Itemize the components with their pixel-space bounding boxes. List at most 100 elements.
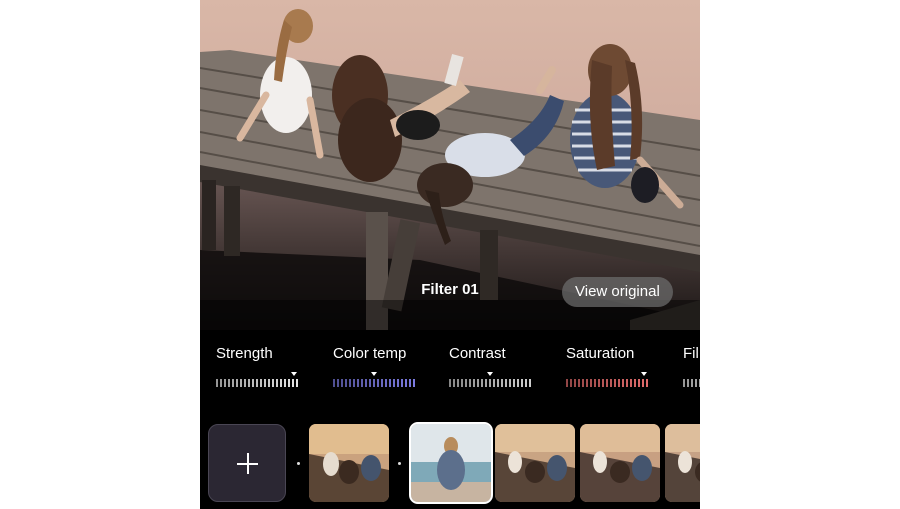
slider-tick [224, 379, 226, 387]
slider-tick [256, 379, 258, 387]
slider-ticks [683, 379, 700, 387]
add-filter-button[interactable] [208, 424, 286, 502]
adjustment-color-temp[interactable]: Color temp [333, 345, 419, 388]
view-original-button[interactable]: View original [562, 277, 673, 307]
slider-tick [638, 379, 640, 387]
slider-tick [489, 379, 491, 387]
color-temp-slider[interactable] [333, 372, 419, 388]
slider-marker-icon[interactable] [371, 372, 377, 376]
photo-editor-screen: Filter 01 View original Strength Color t… [200, 0, 700, 509]
slider-tick [457, 379, 459, 387]
contrast-slider[interactable] [449, 372, 535, 388]
filter-slider[interactable] [683, 372, 700, 388]
slider-tick [610, 379, 612, 387]
filter-thumbnail[interactable] [309, 424, 389, 502]
slider-tick [296, 379, 298, 387]
slider-tick [521, 379, 523, 387]
slider-tick [228, 379, 230, 387]
slider-tick [473, 379, 475, 387]
slider-tick [598, 379, 600, 387]
slider-tick [618, 379, 620, 387]
slider-tick [236, 379, 238, 387]
adjustment-label: Saturation [566, 345, 635, 362]
slider-tick [469, 379, 471, 387]
slider-tick [409, 379, 411, 387]
slider-tick [606, 379, 608, 387]
slider-tick [586, 379, 588, 387]
slider-tick [268, 379, 270, 387]
slider-ticks [216, 379, 298, 387]
slider-ticks [333, 379, 415, 387]
slider-tick [687, 379, 689, 387]
slider-tick [248, 379, 250, 387]
slider-tick [485, 379, 487, 387]
slider-tick [574, 379, 576, 387]
slider-tick [377, 379, 379, 387]
adjustment-sliders: Strength Color temp Contrast Saturation … [200, 345, 700, 405]
slider-marker-icon[interactable] [487, 372, 493, 376]
slider-tick [345, 379, 347, 387]
slider-tick [357, 379, 359, 387]
saturation-slider[interactable] [566, 372, 652, 388]
slider-tick [244, 379, 246, 387]
slider-tick [622, 379, 624, 387]
slider-tick [594, 379, 596, 387]
strength-slider[interactable] [216, 372, 302, 388]
filter-thumbnail[interactable] [495, 424, 575, 502]
slider-tick [353, 379, 355, 387]
slider-tick [477, 379, 479, 387]
slider-tick [385, 379, 387, 387]
slider-tick [264, 379, 266, 387]
slider-ticks [449, 379, 531, 387]
slider-ticks [566, 379, 648, 387]
adjustment-contrast[interactable]: Contrast [449, 345, 535, 388]
slider-tick [401, 379, 403, 387]
slider-tick [525, 379, 527, 387]
slider-tick [240, 379, 242, 387]
slider-tick [614, 379, 616, 387]
slider-tick [361, 379, 363, 387]
filter-thumbnail-selected[interactable] [409, 422, 493, 504]
slider-tick [493, 379, 495, 387]
slider-tick [413, 379, 415, 387]
adjustment-label: Fil [683, 345, 699, 362]
slider-tick [381, 379, 383, 387]
slider-tick [349, 379, 351, 387]
slider-tick [405, 379, 407, 387]
slider-tick [634, 379, 636, 387]
filter-thumbnail-strip [200, 422, 700, 509]
slider-tick [582, 379, 584, 387]
slider-tick [397, 379, 399, 387]
slider-tick [369, 379, 371, 387]
separator-dot [398, 462, 401, 465]
adjustment-label: Contrast [449, 345, 506, 362]
filter-thumbnail[interactable] [665, 424, 700, 502]
slider-tick [220, 379, 222, 387]
slider-tick [333, 379, 335, 387]
slider-tick [272, 379, 274, 387]
slider-tick [232, 379, 234, 387]
slider-tick [566, 379, 568, 387]
slider-tick [642, 379, 644, 387]
slider-marker-icon[interactable] [290, 372, 297, 376]
slider-tick [216, 379, 218, 387]
slider-tick [453, 379, 455, 387]
slider-marker-icon[interactable] [640, 372, 647, 376]
slider-tick [683, 379, 685, 387]
adjustment-label: Color temp [333, 345, 407, 362]
slider-tick [280, 379, 282, 387]
filter-thumbnail[interactable] [580, 424, 660, 502]
adjustment-strength[interactable]: Strength [216, 345, 302, 388]
slider-tick [337, 379, 339, 387]
slider-tick [513, 379, 515, 387]
adjustment-saturation[interactable]: Saturation [566, 345, 652, 388]
slider-tick [590, 379, 592, 387]
slider-tick [393, 379, 395, 387]
slider-tick [288, 379, 290, 387]
adjustment-filter[interactable]: Fil [683, 345, 700, 388]
slider-tick [602, 379, 604, 387]
slider-tick [497, 379, 499, 387]
slider-tick [365, 379, 367, 387]
slider-tick [389, 379, 391, 387]
slider-tick [691, 379, 693, 387]
